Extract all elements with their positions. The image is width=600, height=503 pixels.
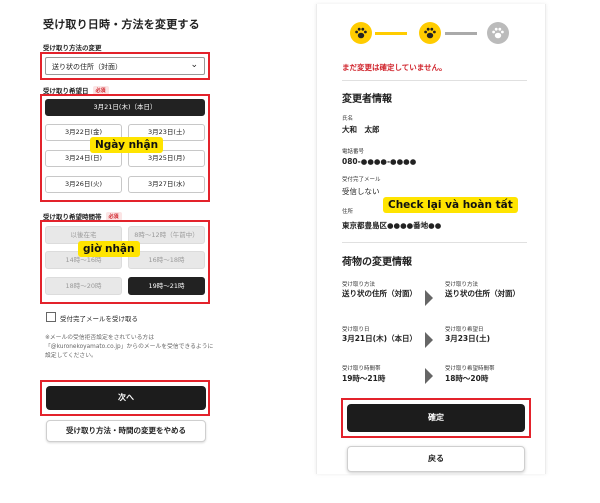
step-connector [445, 32, 477, 35]
phone-label: 電話番号 [342, 149, 365, 155]
time-option[interactable]: 19時〜21時 [128, 277, 205, 295]
next-button[interactable]: 次へ [46, 386, 206, 410]
method-select[interactable]: 送り状の住所（対面） ⌄ [45, 57, 205, 75]
page-title: 受け取り日時・方法を変更する [43, 18, 200, 31]
date-option[interactable]: 3月21日(木)（本日） [45, 99, 205, 116]
time-old-value: 19時〜21時 [342, 374, 386, 383]
method-select-value: 送り状の住所（対面） [52, 63, 122, 71]
not-confirmed-warning: まだ変更は確定していません。 [342, 63, 447, 72]
package-info-title: 荷物の変更情報 [342, 257, 412, 268]
method-new-value: 送り状の住所（対面） [445, 289, 520, 298]
date-new-value: 3月23日(土) [445, 334, 491, 343]
back-button[interactable]: 戻る [347, 446, 525, 472]
confirm-button[interactable]: 確定 [347, 404, 525, 432]
date-new-label: 受け取り希望日 [445, 327, 484, 333]
arrow-right-icon [425, 332, 433, 348]
email-note: ※メールの受信拒否設定をされている方は「@kuronekoyamato.co.j… [45, 335, 214, 359]
phone-value: 080-●●●●-●●●● [342, 157, 417, 166]
time-new-label: 受け取り希望時間帯 [445, 366, 495, 372]
email-checkbox-label: 受付完了メールを受け取る [60, 315, 138, 323]
name-value: 大和 太郎 [342, 125, 380, 134]
date-annotation-label: Ngày nhận [90, 137, 164, 153]
time-annotation-label: giờ nhận [78, 241, 140, 257]
changer-info-title: 変更者情報 [342, 94, 392, 105]
date-option[interactable]: 3月26日(火) [45, 176, 122, 193]
change-form-panel: 受け取り日時・方法を変更する 受け取り方法の変更 送り状の住所（対面） ⌄ 受け… [28, 0, 226, 470]
cancel-change-button[interactable]: 受け取り方法・時間の変更をやめる [46, 420, 206, 442]
divider [342, 242, 527, 243]
mail-label: 受付完了メール [342, 177, 381, 183]
date-old-value: 3月21日(木)（本日） [342, 334, 418, 343]
date-option[interactable]: 3月27日(水) [128, 176, 205, 193]
time-option[interactable]: 18時〜20時 [45, 277, 122, 295]
time-old-label: 受け取り時間帯 [342, 366, 381, 372]
email-checkbox[interactable] [46, 312, 56, 322]
time-new-value: 18時〜20時 [445, 374, 489, 383]
paw-icon [419, 22, 441, 44]
method-old-label: 受け取り方法 [342, 282, 376, 288]
address-label: 住所 [342, 209, 354, 215]
paw-icon [487, 22, 509, 44]
date-old-label: 受け取り日 [342, 327, 370, 333]
time-option[interactable]: 16時〜18時 [128, 251, 205, 269]
method-old-value: 送り状の住所（対面） [342, 289, 417, 298]
confirm-panel: まだ変更は確定していません。 変更者情報 氏名 大和 太郎 電話番号 080-●… [316, 4, 546, 474]
chevron-down-icon: ⌄ [190, 60, 198, 70]
step-connector [375, 32, 407, 35]
time-option[interactable]: 8時〜12時（午前中） [128, 226, 205, 244]
divider [342, 80, 527, 81]
arrow-right-icon [425, 290, 433, 306]
arrow-right-icon [425, 368, 433, 384]
name-label: 氏名 [342, 116, 354, 122]
method-new-label: 受け取り方法 [445, 282, 479, 288]
paw-icon [350, 22, 372, 44]
address-value: 東京都豊島区●●●●番地●● [342, 221, 442, 230]
confirm-annotation-label: Check lại và hoàn tất [383, 197, 518, 213]
method-label: 受け取り方法の変更 [43, 44, 102, 52]
mail-value: 受信しない [342, 187, 380, 196]
